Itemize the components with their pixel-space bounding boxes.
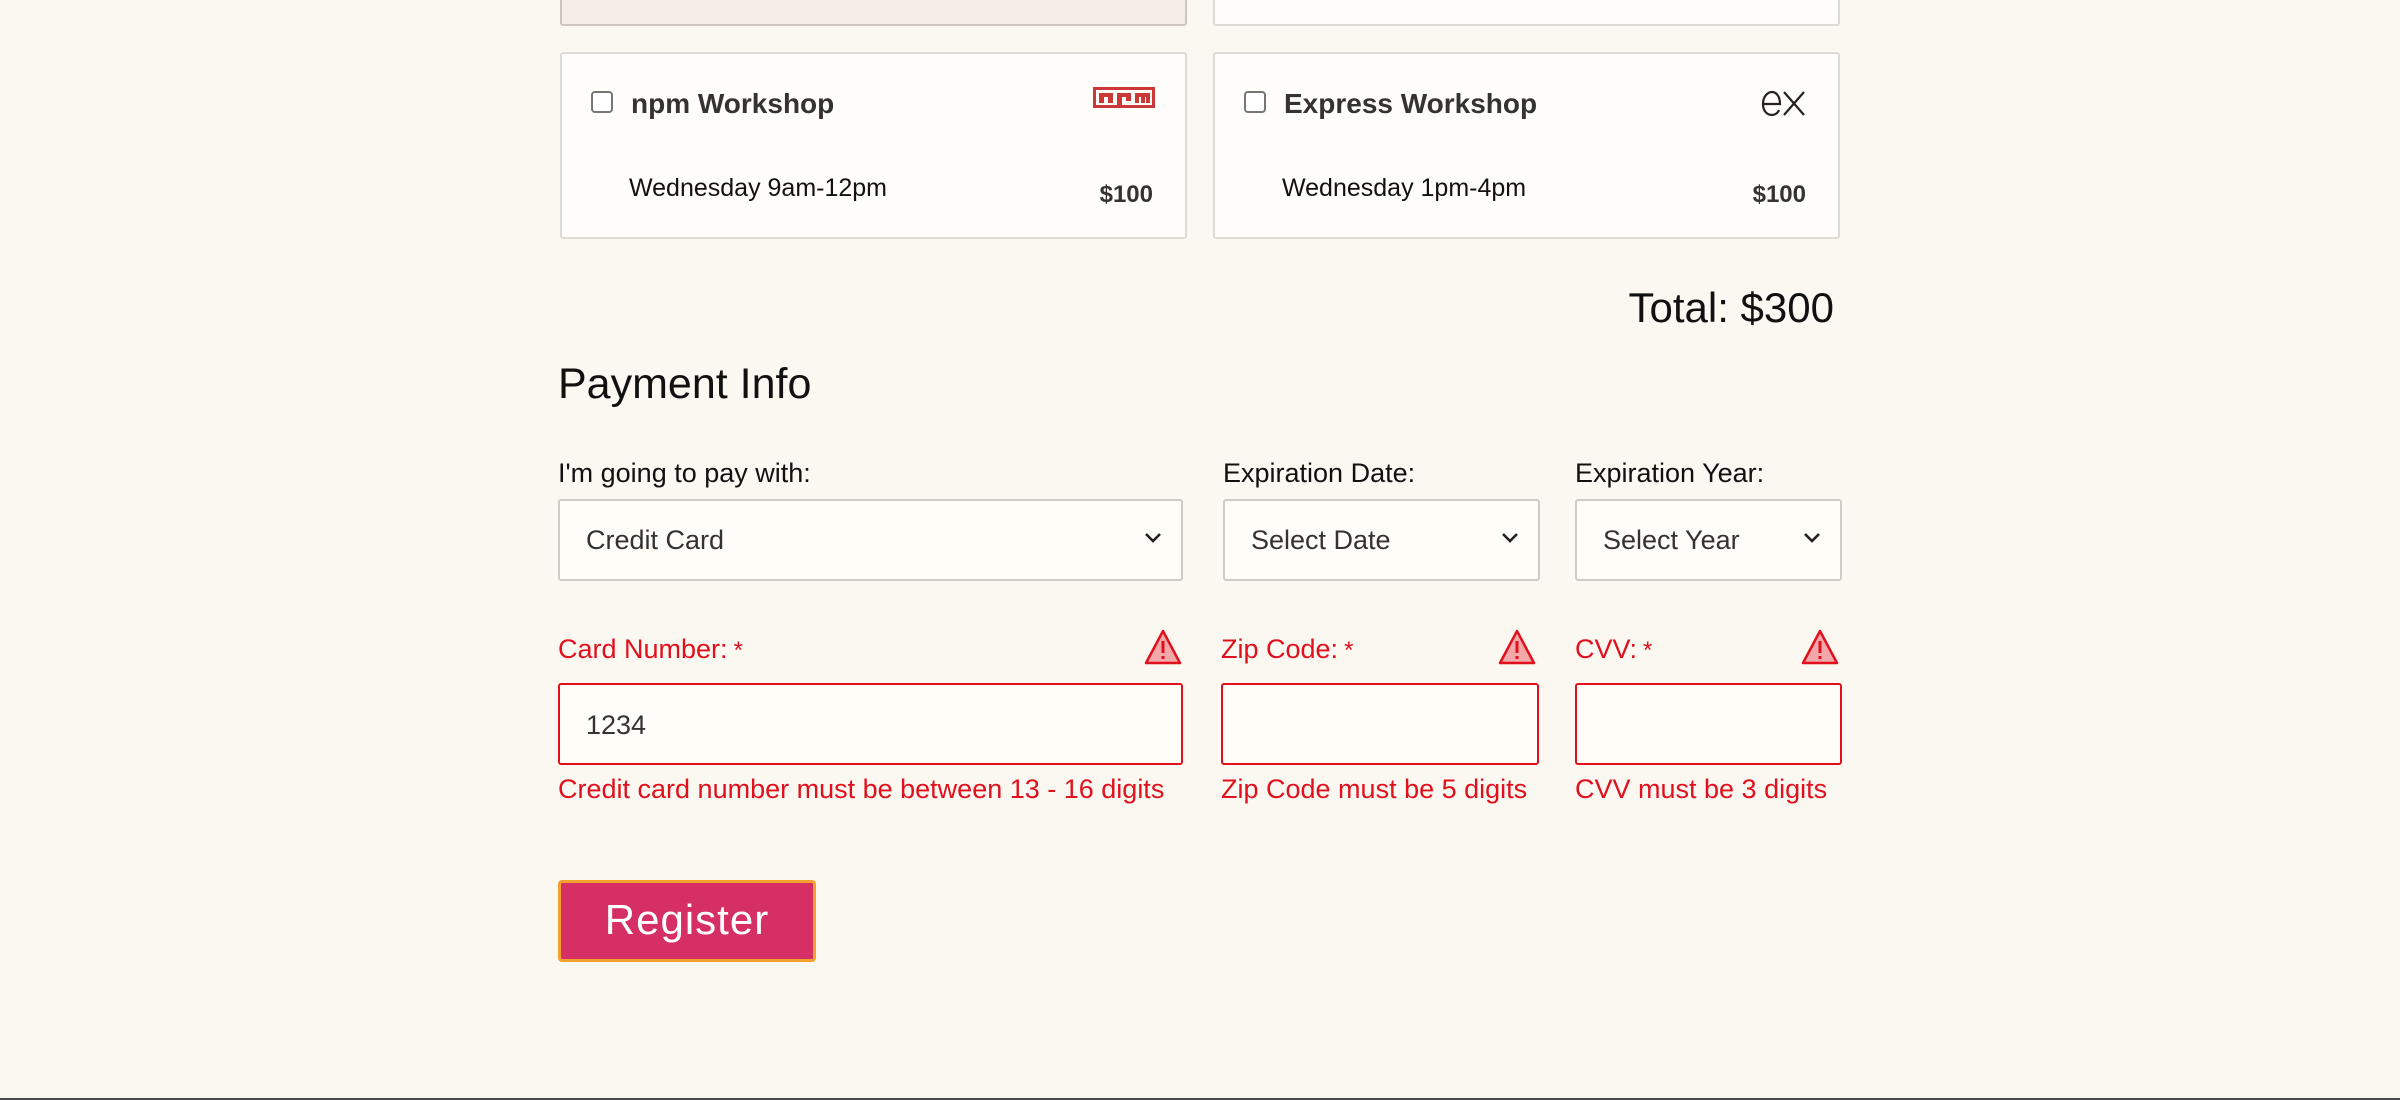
register-button[interactable]: Register (558, 880, 816, 962)
input-value: 1234 (586, 710, 647, 740)
cvv-input[interactable] (1575, 683, 1842, 765)
zip-code-label: Zip Code: * (1221, 634, 1353, 665)
selected-value: Credit Card (586, 525, 725, 555)
required-marker: * (733, 637, 743, 664)
workshop-card-express[interactable]: Express Workshop Wednesday 1pm-4pm $100 (1213, 52, 1840, 239)
warning-icon (1800, 628, 1840, 671)
expiration-date-select[interactable]: Select Date (1223, 499, 1540, 581)
chevron-down-icon (1143, 531, 1163, 550)
chevron-down-icon (1802, 531, 1822, 550)
expiration-year-select[interactable]: Select Year (1575, 499, 1842, 581)
workshop-title: npm Workshop (631, 88, 835, 119)
payment-section-title: Payment Info (558, 360, 812, 408)
payment-method-label: I'm going to pay with: (558, 458, 811, 488)
registration-page: npm Workshop Wednesday 9am-12pm $100 Exp… (0, 0, 2400, 1100)
required-marker: * (1344, 637, 1354, 664)
payment-method-select[interactable]: Credit Card (558, 499, 1183, 581)
selected-value: Select Year (1603, 525, 1740, 555)
required-marker: * (1643, 637, 1653, 664)
total-cost: Total: $300 (1628, 284, 1835, 331)
zip-code-error: Zip Code must be 5 digits (1221, 774, 1528, 804)
selected-value: Select Date (1251, 525, 1391, 555)
warning-icon (1143, 628, 1183, 671)
chevron-down-icon (1500, 531, 1520, 550)
expiration-date-label: Expiration Date: (1223, 458, 1416, 488)
cvv-label: CVV: * (1575, 634, 1652, 665)
workshop-price: $100 (1752, 181, 1806, 208)
label-text: Zip Code: (1221, 634, 1339, 664)
workshop-card-partial[interactable] (560, 0, 1187, 26)
express-logo-icon (1760, 87, 1808, 124)
label-text: CVV: (1575, 634, 1638, 664)
npm-logo-icon (1093, 87, 1155, 118)
zip-code-input[interactable] (1221, 683, 1539, 765)
expiration-year-label: Expiration Year: (1575, 458, 1765, 488)
workshop-time: Wednesday 1pm-4pm (1282, 174, 1527, 202)
card-number-input[interactable]: 1234 (558, 683, 1183, 765)
cvv-error: CVV must be 3 digits (1575, 774, 1828, 804)
workshop-title: Express Workshop (1284, 88, 1538, 119)
warning-icon (1497, 628, 1537, 671)
workshop-card-npm[interactable]: npm Workshop Wednesday 9am-12pm $100 (560, 52, 1187, 239)
workshop-checkbox[interactable] (591, 91, 613, 113)
workshop-time: Wednesday 9am-12pm (629, 174, 888, 202)
workshop-price: $100 (1099, 181, 1153, 208)
card-number-error: Credit card number must be between 13 - … (558, 774, 1165, 804)
card-number-label: Card Number: * (558, 634, 743, 665)
label-text: Card Number: (558, 634, 728, 664)
workshop-checkbox[interactable] (1244, 91, 1266, 113)
workshop-card-partial[interactable] (1213, 0, 1840, 26)
